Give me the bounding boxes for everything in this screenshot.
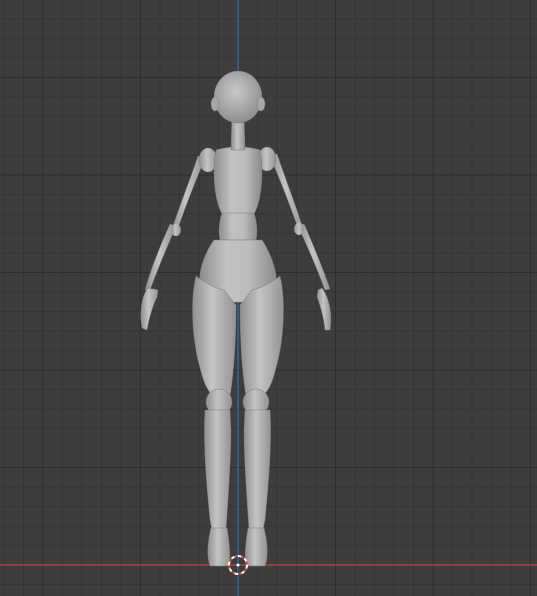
left-ear[interactable]	[210, 96, 220, 112]
head[interactable]	[213, 70, 263, 124]
3d-cursor-center	[236, 563, 240, 567]
left-foot[interactable]	[207, 527, 231, 567]
3d-viewport[interactable]	[0, 0, 537, 596]
right-elbow-joint[interactable]	[294, 223, 304, 235]
waist[interactable]	[218, 212, 258, 241]
left-elbow-joint[interactable]	[171, 224, 181, 236]
right-ear[interactable]	[256, 96, 266, 112]
chest[interactable]	[213, 146, 263, 215]
viewport-canvas[interactable]	[0, 0, 537, 596]
right-foot[interactable]	[244, 527, 268, 567]
